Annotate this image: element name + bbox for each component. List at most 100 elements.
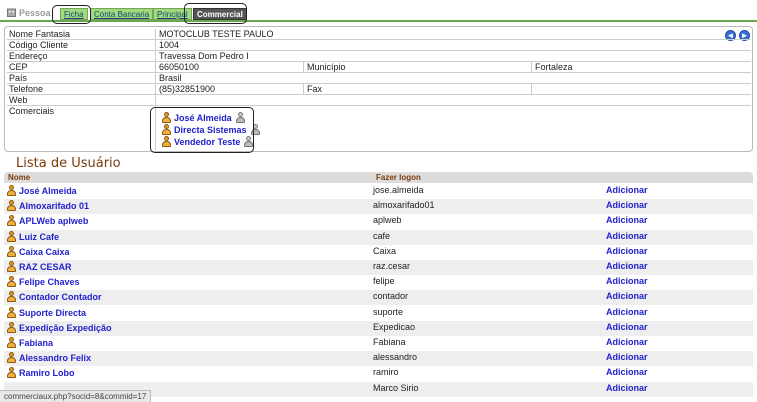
field-label: Web (9, 95, 28, 105)
user-name: RAZ CESAR (19, 261, 72, 272)
add-user-link[interactable]: Adicionar (606, 231, 648, 241)
user-icon (6, 261, 17, 273)
field-label: Endereço (9, 51, 48, 61)
field-value: (85)32851900 (159, 84, 216, 94)
user-name: Ramiro Lobo (19, 367, 75, 378)
user-name: Alessandro Felix (19, 352, 92, 363)
field-value: Brasil (159, 73, 182, 83)
user-icon (6, 367, 17, 379)
user-icon (6, 322, 17, 334)
app-title: Pessoa (19, 8, 51, 18)
tab-conta-bancaria[interactable]: Conta Bancaria (90, 8, 154, 20)
remove-user-icon[interactable] (243, 136, 254, 148)
table-row: Fabiana Fabiana Adicionar (4, 336, 753, 351)
tab-commercial[interactable]: Commercial (193, 8, 247, 20)
table-row: Suporte Directa suporte Adicionar (4, 306, 753, 321)
table-row: APLWeb aplweb aplweb Adicionar (4, 214, 753, 229)
add-user-link[interactable]: Adicionar (606, 337, 648, 347)
comercial-link[interactable]: Vendedor Teste (174, 137, 240, 147)
user-login: Marco Sirio (373, 383, 419, 393)
remove-user-icon[interactable] (250, 124, 261, 136)
list-header: Nome Fazer logon (4, 172, 753, 183)
user-login: Caixa (373, 246, 397, 256)
user-icon (6, 231, 17, 243)
user-name: Suporte Directa (19, 307, 87, 318)
add-user-link[interactable]: Adicionar (606, 246, 648, 256)
tab-bar: Pessoa Ficha Conta Bancaria Principal Co… (0, 0, 757, 22)
user-name: José Almeida (19, 185, 77, 196)
remove-user-icon[interactable] (235, 112, 246, 124)
add-user-link[interactable]: Adicionar (606, 367, 648, 377)
user-name-link[interactable]: Luiz Cafe (6, 231, 60, 243)
user-name-link[interactable]: Alessandro Felix (6, 352, 92, 364)
field-label: Fax (307, 84, 323, 94)
row-pais: País Brasil (7, 73, 751, 84)
user-icon (6, 337, 17, 349)
add-user-link[interactable]: Adicionar (606, 383, 648, 393)
user-name-link[interactable]: Almoxarifado 01 (6, 200, 89, 212)
table-row: Caixa Caixa Caixa Adicionar (4, 245, 753, 260)
comercial-link[interactable]: Directa Sistemas (174, 125, 247, 135)
field-value: Fortaleza (535, 62, 573, 72)
add-user-link[interactable]: Adicionar (606, 261, 648, 271)
user-name: Caixa Caixa (19, 246, 70, 257)
col-header-login: Fazer logon (376, 173, 421, 182)
user-name-link[interactable]: Caixa Caixa (6, 246, 70, 258)
table-row: Expedição Expedição Expedicao Adicionar (4, 321, 753, 336)
user-name: Expedição Expedição (19, 322, 112, 333)
row-nome-fantasia: Nome Fantasia MOTOCLUB TESTE PAULO (7, 29, 751, 40)
user-login: cafe (373, 231, 391, 241)
table-row: Ramiro Lobo ramiro Adicionar (4, 366, 753, 381)
user-name: Contador Contador (19, 291, 102, 302)
user-name-link[interactable]: Contador Contador (6, 291, 102, 303)
column-divider (303, 62, 304, 73)
user-name-link[interactable]: Expedição Expedição (6, 322, 112, 334)
row-codigo-cliente: Código Cliente 1004 (7, 40, 751, 51)
tab-principal[interactable]: Principal (153, 8, 192, 20)
tab-ficha[interactable]: Ficha (60, 8, 88, 20)
row-comerciais: Comerciais (7, 106, 751, 150)
column-divider (531, 84, 532, 95)
user-login: jose.almeida (373, 185, 424, 195)
user-name: Luiz Cafe (19, 231, 60, 242)
table-row: Alessandro Felix alessandro Adicionar (4, 351, 753, 366)
comercial-link[interactable]: José Almeida (174, 113, 232, 123)
user-icon (161, 136, 172, 148)
user-login: contador (373, 291, 409, 301)
user-login: aplweb (373, 215, 402, 225)
tab-bar-divider (0, 20, 757, 22)
user-name: Fabiana (19, 337, 54, 348)
comercial-item: Directa Sistemas (161, 124, 261, 136)
user-name-link[interactable]: José Almeida (6, 185, 77, 197)
user-icon (6, 352, 17, 364)
user-name-link[interactable]: Fabiana (6, 337, 54, 349)
col-header-name: Nome (8, 173, 31, 182)
table-row: Felipe Chaves felipe Adicionar (4, 275, 753, 290)
add-user-link[interactable]: Adicionar (606, 276, 648, 286)
user-icon (161, 124, 172, 136)
comercial-item: Vendedor Teste (161, 136, 254, 148)
user-name-link[interactable]: APLWeb aplweb (6, 215, 88, 227)
user-icon (6, 307, 17, 319)
column-divider (531, 62, 532, 73)
add-user-link[interactable]: Adicionar (606, 291, 648, 301)
add-user-link[interactable]: Adicionar (606, 307, 648, 317)
field-label: Telefone (9, 84, 44, 94)
add-user-link[interactable]: Adicionar (606, 215, 648, 225)
field-label: CEP (9, 62, 28, 72)
user-login: almoxarifado01 (373, 200, 435, 210)
table-row: Contador Contador contador Adicionar (4, 290, 753, 305)
user-icon (6, 200, 17, 212)
row-cep: CEP 66050100 Município Fortaleza (7, 62, 751, 73)
column-divider (303, 84, 304, 95)
user-name-link[interactable]: Felipe Chaves (6, 276, 80, 288)
table-row: RAZ CESAR raz.cesar Adicionar (4, 260, 753, 275)
add-user-link[interactable]: Adicionar (606, 185, 648, 195)
user-name-link[interactable]: Ramiro Lobo (6, 367, 75, 379)
user-name-link[interactable]: Suporte Directa (6, 307, 87, 319)
user-name-link[interactable]: RAZ CESAR (6, 261, 72, 273)
add-user-link[interactable]: Adicionar (606, 200, 648, 210)
add-user-link[interactable]: Adicionar (606, 352, 648, 362)
user-icon (161, 112, 172, 124)
add-user-link[interactable]: Adicionar (606, 322, 648, 332)
